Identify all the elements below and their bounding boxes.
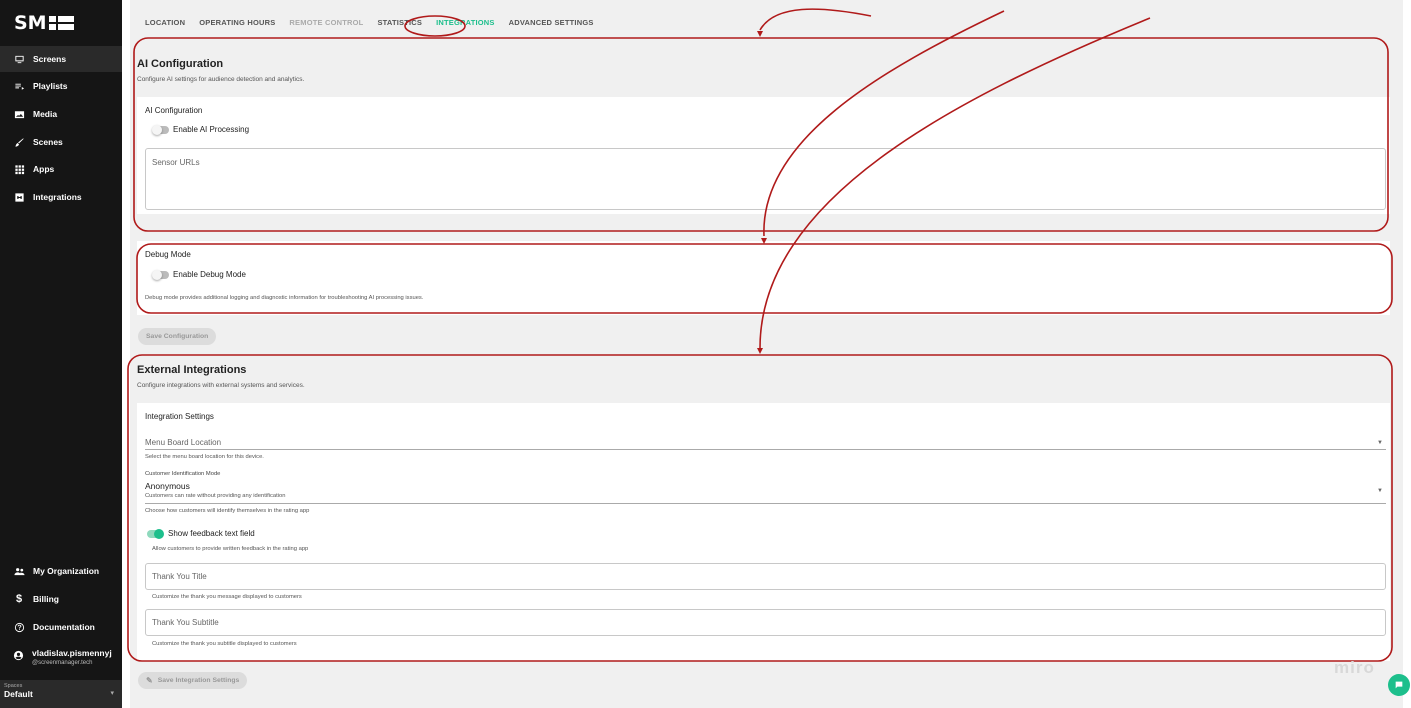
thank-you-subtitle-helper: Customize the thank you subtitle display… [152, 641, 297, 647]
customer-mode-label: Customer Identification Mode [145, 471, 221, 477]
sidebar-item-screens[interactable]: Screens [0, 46, 122, 72]
chevron-down-icon: ▾ [110, 690, 114, 697]
tab-operating-hours[interactable]: OPERATING HOURS [199, 18, 275, 27]
sensor-urls-placeholder: Sensor URLs [152, 158, 200, 167]
account-icon [13, 648, 24, 666]
monitor-icon [13, 53, 25, 65]
spaces-value: Default [4, 689, 33, 699]
debug-mode-label: Enable Debug Mode [173, 270, 246, 279]
sidebar-item-my-organization[interactable]: My Organization [0, 558, 122, 584]
chat-button[interactable] [1388, 674, 1410, 696]
sidebar-item-label: My Organization [33, 566, 100, 576]
user-profile[interactable]: vladislav.pismennyj @screenmanager.tech [13, 648, 112, 666]
external-section-title: External Integrations [137, 364, 247, 376]
ai-section-description: Configure AI settings for audience detec… [137, 76, 305, 83]
ai-processing-toggle[interactable] [152, 125, 169, 135]
sidebar-item-label: Media [33, 109, 58, 119]
sensor-urls-input[interactable]: Sensor URLs [145, 148, 1386, 210]
sidebar-item-label: Documentation [33, 622, 95, 632]
thank-you-title-helper: Customize the thank you message displaye… [152, 594, 302, 600]
tab-remote-control: REMOTE CONTROL [289, 18, 364, 27]
tab-bar: LOCATION OPERATING HOURS REMOTE CONTROL … [145, 18, 594, 27]
tab-statistics[interactable]: STATISTICS [377, 18, 422, 27]
brand-logo[interactable]: SM [14, 12, 74, 34]
miro-watermark: miro [1334, 658, 1375, 677]
user-email: @screenmanager.tech [32, 660, 93, 666]
plug-icon [13, 191, 25, 203]
tab-integrations[interactable]: INTEGRATIONS [436, 18, 495, 27]
feedback-toggle[interactable] [147, 529, 164, 539]
spaces-selector[interactable]: Spaces Default ▾ [0, 680, 122, 708]
ai-card-title: AI Configuration [145, 106, 203, 115]
chevron-down-icon[interactable]: ▼ [1377, 488, 1383, 494]
sidebar-item-playlists[interactable]: Playlists [0, 73, 122, 99]
sidebar-item-integrations[interactable]: Integrations [0, 184, 122, 210]
sidebar-item-label: Billing [33, 594, 59, 604]
thank-you-title-placeholder: Thank You Title [152, 572, 207, 581]
chevron-down-icon[interactable]: ▼ [1377, 440, 1383, 446]
sidebar: SM Screens Playlists Media Scenes Apps I… [0, 0, 122, 708]
sidebar-item-label: Screens [33, 54, 67, 64]
dollar-icon: $ [15, 593, 23, 605]
sidebar-item-label: Apps [33, 164, 55, 174]
debug-helper-text: Debug mode provides additional logging a… [145, 295, 424, 301]
grid-icon [13, 163, 25, 175]
sidebar-item-label: Integrations [33, 192, 82, 202]
logo-mark [48, 16, 74, 30]
image-icon [13, 108, 25, 120]
customer-mode-select[interactable] [145, 503, 1386, 504]
thank-you-subtitle-placeholder: Thank You Subtitle [152, 618, 219, 627]
feedback-toggle-label: Show feedback text field [168, 529, 255, 538]
logo-text: SM [14, 12, 47, 34]
menu-board-helper: Select the menu board location for this … [145, 454, 264, 460]
thank-you-subtitle-input[interactable]: Thank You Subtitle [145, 609, 1386, 636]
chat-icon [1395, 681, 1403, 689]
tab-advanced-settings[interactable]: ADVANCED SETTINGS [509, 18, 594, 27]
tab-location[interactable]: LOCATION [145, 18, 185, 27]
brush-icon [13, 136, 25, 148]
sidebar-item-scenes[interactable]: Scenes [0, 129, 122, 155]
sidebar-item-label: Playlists [33, 81, 68, 91]
integration-settings-card: Integration Settings Menu Board Location… [137, 403, 1390, 661]
sidebar-item-label: Scenes [33, 137, 63, 147]
customer-mode-subtext: Customers can rate without providing any… [145, 493, 286, 499]
debug-mode-toggle[interactable] [152, 270, 169, 280]
sidebar-item-documentation[interactable]: Documentation [0, 614, 122, 640]
sidebar-item-apps[interactable]: Apps [0, 156, 122, 182]
main-content: LOCATION OPERATING HOURS REMOTE CONTROL … [130, 0, 1403, 708]
sidebar-item-media[interactable]: Media [0, 101, 122, 127]
pencil-icon: ✎ [146, 676, 153, 685]
customer-mode-value: Anonymous [145, 481, 190, 491]
customer-mode-helper: Choose how customers will identify thems… [145, 508, 310, 514]
debug-card-title: Debug Mode [145, 250, 191, 259]
ai-processing-label: Enable AI Processing [173, 125, 250, 134]
save-integration-settings-button[interactable]: ✎ Save Integration Settings [138, 672, 248, 689]
menu-board-placeholder: Menu Board Location [145, 438, 222, 447]
menu-board-select[interactable] [145, 449, 1386, 450]
feedback-helper: Allow customers to provide written feedb… [152, 546, 309, 552]
user-name: vladislav.pismennyj [32, 648, 112, 658]
thank-you-title-input[interactable]: Thank You Title [145, 563, 1386, 590]
external-section-description: Configure integrations with external sys… [137, 382, 305, 389]
debug-mode-card: Debug Mode Enable Debug Mode Debug mode … [137, 241, 1390, 315]
group-icon [13, 565, 25, 577]
integration-card-title: Integration Settings [145, 412, 214, 421]
playlist-icon [13, 80, 25, 92]
ai-section-title: AI Configuration [137, 58, 224, 70]
ai-config-card: AI Configuration Enable AI Processing Se… [137, 97, 1390, 214]
sidebar-item-billing[interactable]: $ Billing [0, 586, 122, 612]
help-icon [13, 621, 25, 633]
save-integration-label: Save Integration Settings [157, 677, 240, 684]
save-configuration-button[interactable]: Save Configuration [138, 328, 217, 345]
